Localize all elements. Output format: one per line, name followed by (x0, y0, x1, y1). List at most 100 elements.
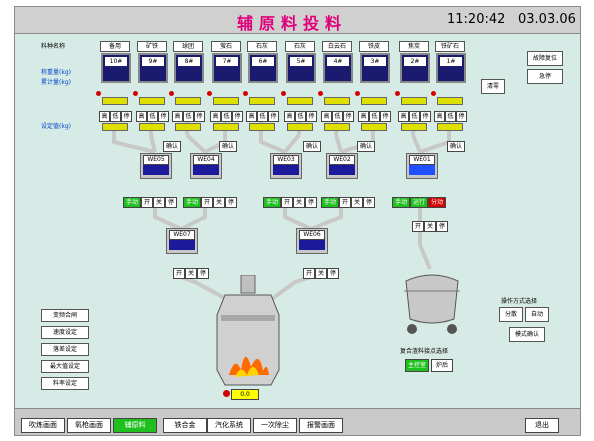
mode-confirm-button[interactable]: 模式确认 (509, 327, 545, 342)
feeder-stop-button-2[interactable]: 停 (194, 111, 205, 122)
feeder-high-button-3[interactable]: 高 (210, 111, 221, 122)
nav-tab-3[interactable]: 铁合金 (163, 418, 207, 433)
manual-button-we01[interactable]: 手动 (392, 197, 410, 208)
feeder-low-button-9[interactable]: 低 (445, 111, 456, 122)
feeder-stop-button-3[interactable]: 停 (232, 111, 243, 122)
dist-button-we01[interactable]: 分动 (428, 197, 446, 208)
manual-button-we05[interactable]: 手动 (123, 197, 141, 208)
feeder-low-button-5[interactable]: 低 (295, 111, 306, 122)
auto-mode-button[interactable]: 自动 (525, 307, 549, 322)
nav-tab-1[interactable]: 氧枪画面 (67, 418, 111, 433)
open-button-we02[interactable]: 开 (339, 197, 351, 208)
feeder-low-button-0[interactable]: 低 (110, 111, 121, 122)
bin-2: 8# (174, 53, 204, 83)
bin-weight-bar-2 (175, 97, 201, 105)
close-button-we04[interactable]: 关 (213, 197, 225, 208)
stop-button-we01[interactable]: 停 (436, 221, 448, 232)
feeder-stop-button-9[interactable]: 停 (456, 111, 467, 122)
confirm-button-we02[interactable]: 确认 (357, 141, 375, 152)
confirm-button-we03[interactable]: 确认 (303, 141, 321, 152)
material-name-3: 萤石 (211, 41, 241, 52)
feeder-high-button-2[interactable]: 高 (172, 111, 183, 122)
nav-tab-6[interactable]: 报警画面 (299, 418, 343, 433)
stop-button-we04[interactable]: 停 (225, 197, 237, 208)
close-button-we03[interactable]: 关 (293, 197, 305, 208)
material-name-label: 料种名称 (41, 43, 66, 50)
fault-reset-button[interactable]: 故障复位 (527, 51, 563, 66)
confirm-button-we05[interactable]: 确认 (163, 141, 181, 152)
feeder-high-button-0[interactable]: 高 (99, 111, 110, 122)
bin-weight-bar-1 (139, 97, 165, 105)
feeder-stop-button-7[interactable]: 停 (380, 111, 391, 122)
feeder-high-button-6[interactable]: 高 (321, 111, 332, 122)
feeder-low-button-3[interactable]: 低 (221, 111, 232, 122)
stop-button-we05[interactable]: 停 (165, 197, 177, 208)
feeder-low-button-6[interactable]: 低 (332, 111, 343, 122)
bin-number-1: 9# (142, 57, 164, 66)
feeder-low-button-1[interactable]: 低 (147, 111, 158, 122)
main-control-room-button[interactable]: 主控室 (405, 359, 429, 372)
close-button-we02[interactable]: 关 (351, 197, 363, 208)
side-button-3[interactable]: 最大值设定 (41, 360, 89, 373)
hopper-we02: WE02 (326, 153, 358, 179)
feeder-high-button-4[interactable]: 高 (246, 111, 257, 122)
emergency-stop-button[interactable]: 急停 (527, 69, 563, 84)
side-button-1[interactable]: 速度设定 (41, 326, 89, 339)
open-button-we01[interactable]: 开 (412, 221, 424, 232)
close-button-we05[interactable]: 关 (153, 197, 165, 208)
feeder-low-button-2[interactable]: 低 (183, 111, 194, 122)
nav-tab-2[interactable]: 辅原料 (113, 418, 157, 433)
feeder-stop-button-1[interactable]: 停 (158, 111, 169, 122)
bin-number-2: 8# (178, 57, 200, 66)
clear-button[interactable]: 清零 (481, 79, 505, 94)
open-button-we04[interactable]: 开 (201, 197, 213, 208)
feeder-stop-button-0[interactable]: 停 (121, 111, 132, 122)
exit-button[interactable]: 退出 (525, 418, 559, 433)
material-name-0: 备用 (100, 41, 130, 52)
ladle-caption: 复合渣料接点选择 (400, 348, 449, 355)
side-button-2[interactable]: 落差设定 (41, 343, 89, 356)
feeder-low-button-4[interactable]: 低 (257, 111, 268, 122)
feeder-low-button-8[interactable]: 低 (409, 111, 420, 122)
stop-button-we02[interactable]: 停 (363, 197, 375, 208)
close-button-we06[interactable]: 关 (315, 268, 327, 279)
weight-label: 称重量(kg) (41, 69, 71, 76)
feeder-high-button-8[interactable]: 高 (398, 111, 409, 122)
split-mode-button[interactable]: 分散 (499, 307, 523, 322)
run-button-we01[interactable]: 运行 (410, 197, 428, 208)
confirm-button-we01[interactable]: 确认 (447, 141, 465, 152)
feeder-stop-button-4[interactable]: 停 (268, 111, 279, 122)
stop-button-we07[interactable]: 停 (197, 268, 209, 279)
feeder-high-button-9[interactable]: 高 (434, 111, 445, 122)
feeder-stop-button-5[interactable]: 停 (306, 111, 317, 122)
close-button-we07[interactable]: 关 (185, 268, 197, 279)
manual-button-we03[interactable]: 手动 (263, 197, 281, 208)
stop-button-we03[interactable]: 停 (305, 197, 317, 208)
side-button-0[interactable]: 变频合闸 (41, 309, 89, 322)
manual-button-we04[interactable]: 手动 (183, 197, 201, 208)
bin-weight-bar-8 (401, 97, 427, 105)
feeder-high-button-1[interactable]: 高 (136, 111, 147, 122)
open-button-we06[interactable]: 开 (303, 268, 315, 279)
feeder-high-button-7[interactable]: 高 (358, 111, 369, 122)
feeder-stop-button-6[interactable]: 停 (343, 111, 354, 122)
nav-tab-4[interactable]: 汽化系统 (207, 418, 251, 433)
close-button-we01[interactable]: 关 (424, 221, 436, 232)
setpoint-label: 设定值(kg) (41, 123, 71, 130)
feeder-low-button-7[interactable]: 低 (369, 111, 380, 122)
bin-weight-bar-4 (249, 97, 275, 105)
confirm-button-we04[interactable]: 确认 (219, 141, 237, 152)
furnace-rear-button[interactable]: 炉后 (431, 359, 453, 372)
bin-number-7: 3# (364, 57, 386, 66)
open-button-we05[interactable]: 开 (141, 197, 153, 208)
manual-button-we02[interactable]: 手动 (321, 197, 339, 208)
open-button-we03[interactable]: 开 (281, 197, 293, 208)
side-button-4[interactable]: 料率设定 (41, 377, 89, 390)
bin-status-indicator-0 (96, 91, 101, 96)
stop-button-we06[interactable]: 停 (327, 268, 339, 279)
feeder-stop-button-8[interactable]: 停 (420, 111, 431, 122)
nav-tab-0[interactable]: 吹炼画面 (21, 418, 65, 433)
nav-tab-5[interactable]: 一次除尘 (253, 418, 297, 433)
open-button-we07[interactable]: 开 (173, 268, 185, 279)
feeder-high-button-5[interactable]: 高 (284, 111, 295, 122)
